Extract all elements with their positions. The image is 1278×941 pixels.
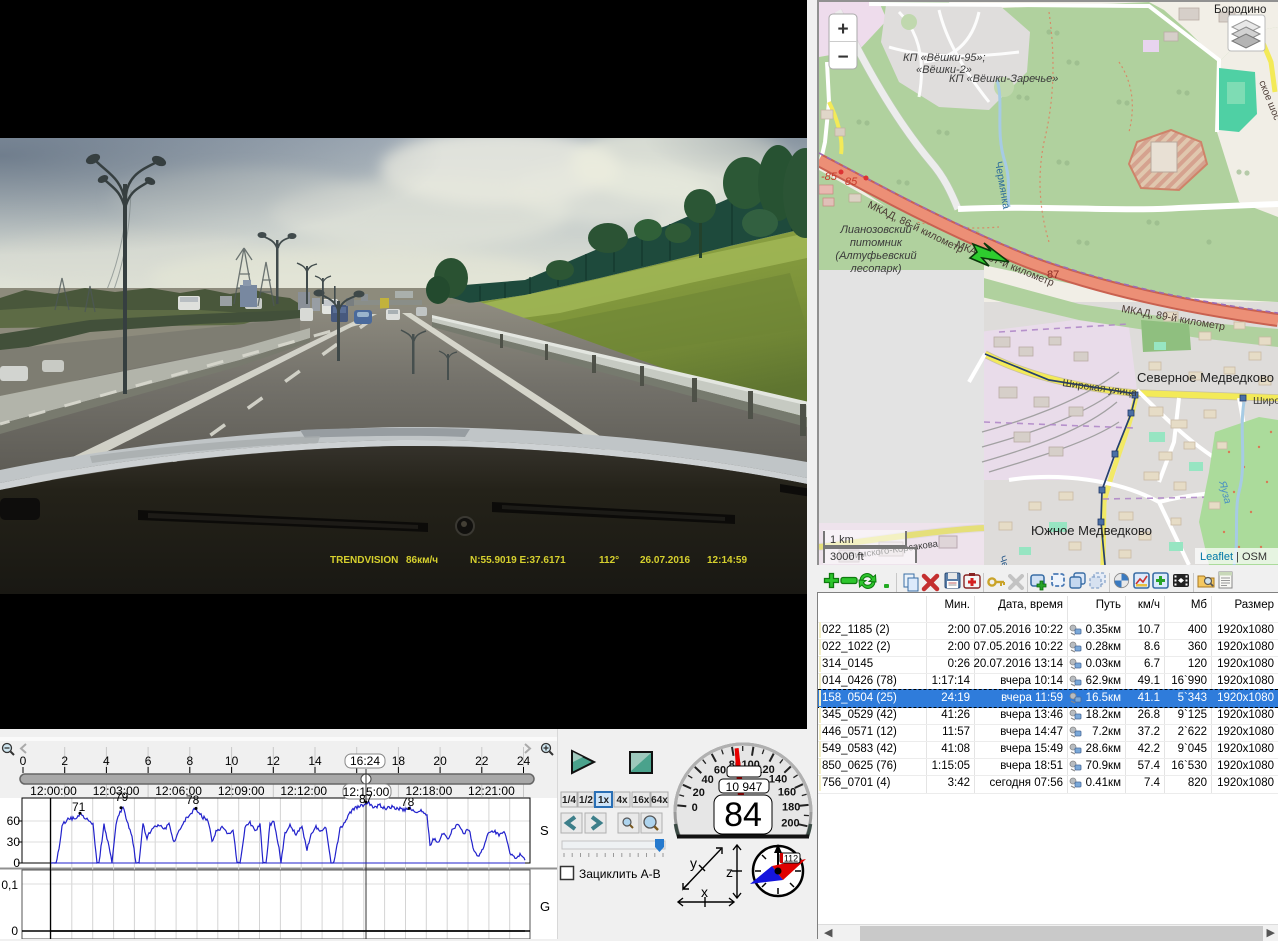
svg-text:−: − bbox=[837, 47, 848, 68]
svg-text:12:00:00: 12:00:00 bbox=[30, 784, 77, 798]
svg-text:12:21:00: 12:21:00 bbox=[468, 784, 515, 798]
svg-text:Бородино: Бородино bbox=[1214, 4, 1266, 16]
svg-text:Leaflet | OSM: Leaflet | OSM bbox=[1200, 551, 1267, 563]
svg-text:12: 12 bbox=[267, 754, 281, 768]
svg-text:60: 60 bbox=[714, 764, 726, 776]
svg-text:84: 84 bbox=[724, 796, 762, 834]
svg-text:200: 200 bbox=[781, 818, 799, 830]
svg-text:0: 0 bbox=[20, 754, 27, 768]
svg-text:16:24: 16:24 bbox=[350, 754, 380, 768]
svg-text:0: 0 bbox=[692, 802, 698, 814]
svg-text:112: 112 bbox=[784, 854, 798, 864]
svg-text:12:12:00: 12:12:00 bbox=[280, 784, 327, 798]
svg-text:6: 6 bbox=[145, 754, 152, 768]
svg-text:20: 20 bbox=[433, 754, 447, 768]
svg-text:86км/ч: 86км/ч bbox=[406, 555, 438, 566]
svg-text:71: 71 bbox=[72, 800, 86, 814]
svg-text:18: 18 bbox=[392, 754, 406, 768]
svg-text:Зациклить A-B: Зациклить A-B bbox=[579, 867, 661, 881]
svg-text:1x: 1x bbox=[598, 795, 610, 806]
svg-text:78: 78 bbox=[186, 793, 200, 807]
svg-text:10: 10 bbox=[225, 754, 239, 768]
svg-text:x: x bbox=[701, 884, 708, 900]
svg-text:N:55.9019 E:37.6171: N:55.9019 E:37.6171 bbox=[470, 555, 566, 566]
svg-text:20: 20 bbox=[693, 787, 705, 799]
svg-text:лесопарк): лесопарк) bbox=[850, 263, 902, 275]
svg-text:85: 85 bbox=[845, 176, 858, 188]
svg-text:y: y bbox=[690, 855, 697, 871]
svg-text:78: 78 bbox=[401, 795, 415, 809]
svg-text:3000 ft: 3000 ft bbox=[830, 551, 864, 563]
svg-text:TRENDVISION: TRENDVISION bbox=[330, 555, 398, 566]
svg-text:питомник: питомник bbox=[850, 237, 903, 249]
svg-text:Южное Медведково: Южное Медведково bbox=[1031, 523, 1152, 538]
svg-text:КП «Вёшки-Заречье»: КП «Вёшки-Заречье» bbox=[949, 73, 1058, 85]
svg-text:22: 22 bbox=[475, 754, 489, 768]
svg-text:Лианозовский: Лианозовский bbox=[839, 224, 911, 236]
svg-text:-85: -85 bbox=[821, 171, 838, 183]
svg-text:160: 160 bbox=[778, 787, 796, 799]
svg-text:16x: 16x bbox=[633, 795, 650, 806]
svg-text:2: 2 bbox=[61, 754, 68, 768]
svg-text:Широ: Широ bbox=[1253, 395, 1278, 407]
svg-text:4: 4 bbox=[103, 754, 110, 768]
svg-text:79: 79 bbox=[115, 790, 129, 804]
svg-text:S: S bbox=[540, 823, 549, 838]
svg-text:26.07.2016: 26.07.2016 bbox=[640, 555, 690, 566]
svg-text:(Алтуфьевский: (Алтуфьевский bbox=[835, 250, 916, 262]
svg-text:1/4: 1/4 bbox=[562, 795, 576, 806]
svg-text:24: 24 bbox=[517, 754, 531, 768]
svg-text:z: z bbox=[726, 864, 733, 880]
svg-text:12:14:59: 12:14:59 bbox=[707, 555, 747, 566]
svg-text:180: 180 bbox=[782, 802, 800, 814]
svg-text:140: 140 bbox=[769, 774, 787, 786]
svg-text:1 km: 1 km bbox=[830, 534, 854, 546]
svg-text:G: G bbox=[540, 899, 550, 914]
svg-text:10 947: 10 947 bbox=[726, 780, 763, 794]
svg-text:4x: 4x bbox=[616, 795, 628, 806]
svg-text:14: 14 bbox=[308, 754, 322, 768]
svg-text:12:09:00: 12:09:00 bbox=[218, 784, 265, 798]
svg-text:40: 40 bbox=[701, 774, 713, 786]
svg-text:112°: 112° bbox=[599, 555, 619, 566]
svg-text:8: 8 bbox=[186, 754, 193, 768]
svg-text:Северное Медведково: Северное Медведково bbox=[1137, 370, 1274, 385]
svg-text:64x: 64x bbox=[651, 795, 668, 806]
svg-text:0,1: 0,1 bbox=[1, 878, 18, 892]
svg-text:1/2: 1/2 bbox=[579, 795, 593, 806]
svg-text:87: 87 bbox=[1047, 269, 1059, 281]
svg-text:+: + bbox=[837, 19, 848, 40]
svg-text:0: 0 bbox=[11, 924, 18, 938]
svg-text:КП «Вёшки-95»;: КП «Вёшки-95»; bbox=[903, 52, 986, 64]
